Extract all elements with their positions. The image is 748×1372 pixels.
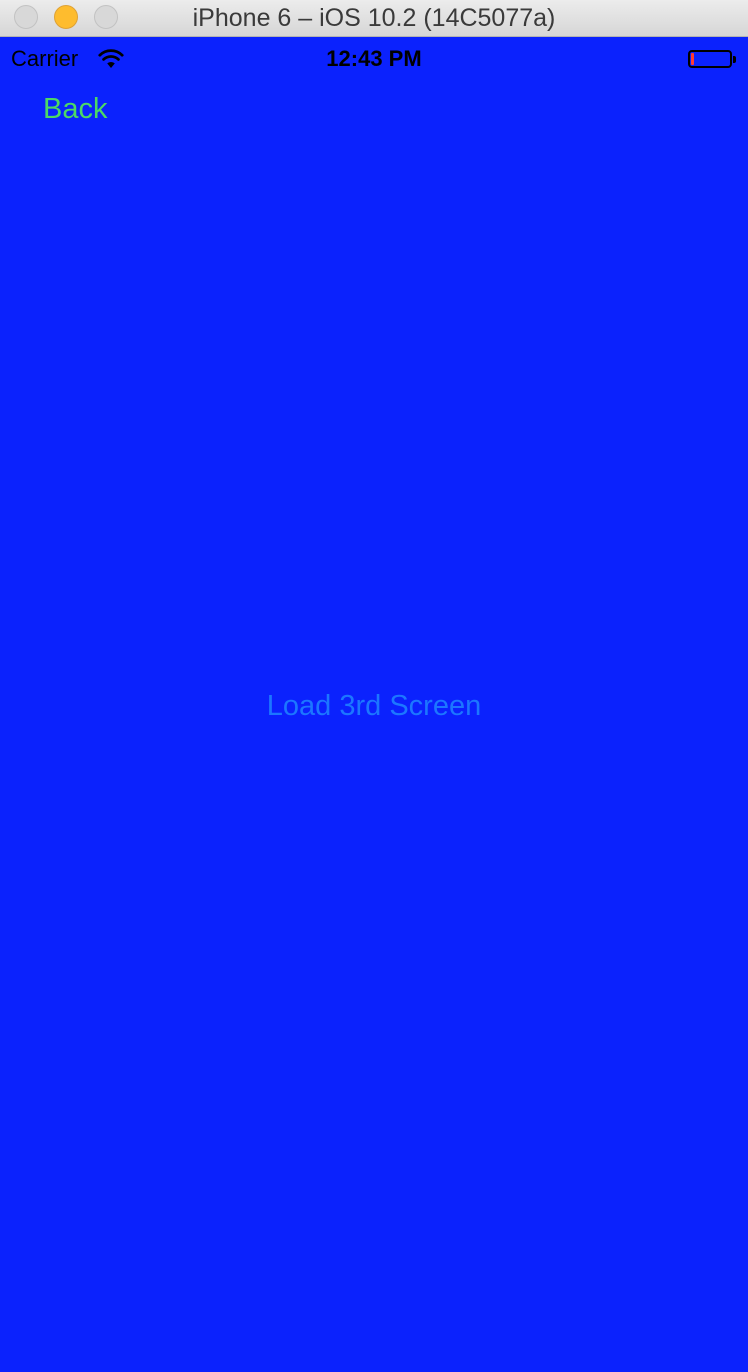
battery-icon [688,50,732,68]
status-time: 12:43 PM [326,46,422,71]
back-button[interactable]: Back [43,92,107,126]
simulator-window: iPhone 6 – iOS 10.2 (14C5077a) Carrier 1… [0,0,748,1372]
status-bar: Carrier 12:43 PM [0,37,748,79]
title-bar: iPhone 6 – iOS 10.2 (14C5077a) [0,0,748,37]
battery-level-fill [691,53,694,65]
window-title: iPhone 6 – iOS 10.2 (14C5077a) [192,4,556,32]
battery-tip [733,56,736,63]
load-3rd-screen-button[interactable]: Load 3rd Screen [0,689,748,723]
